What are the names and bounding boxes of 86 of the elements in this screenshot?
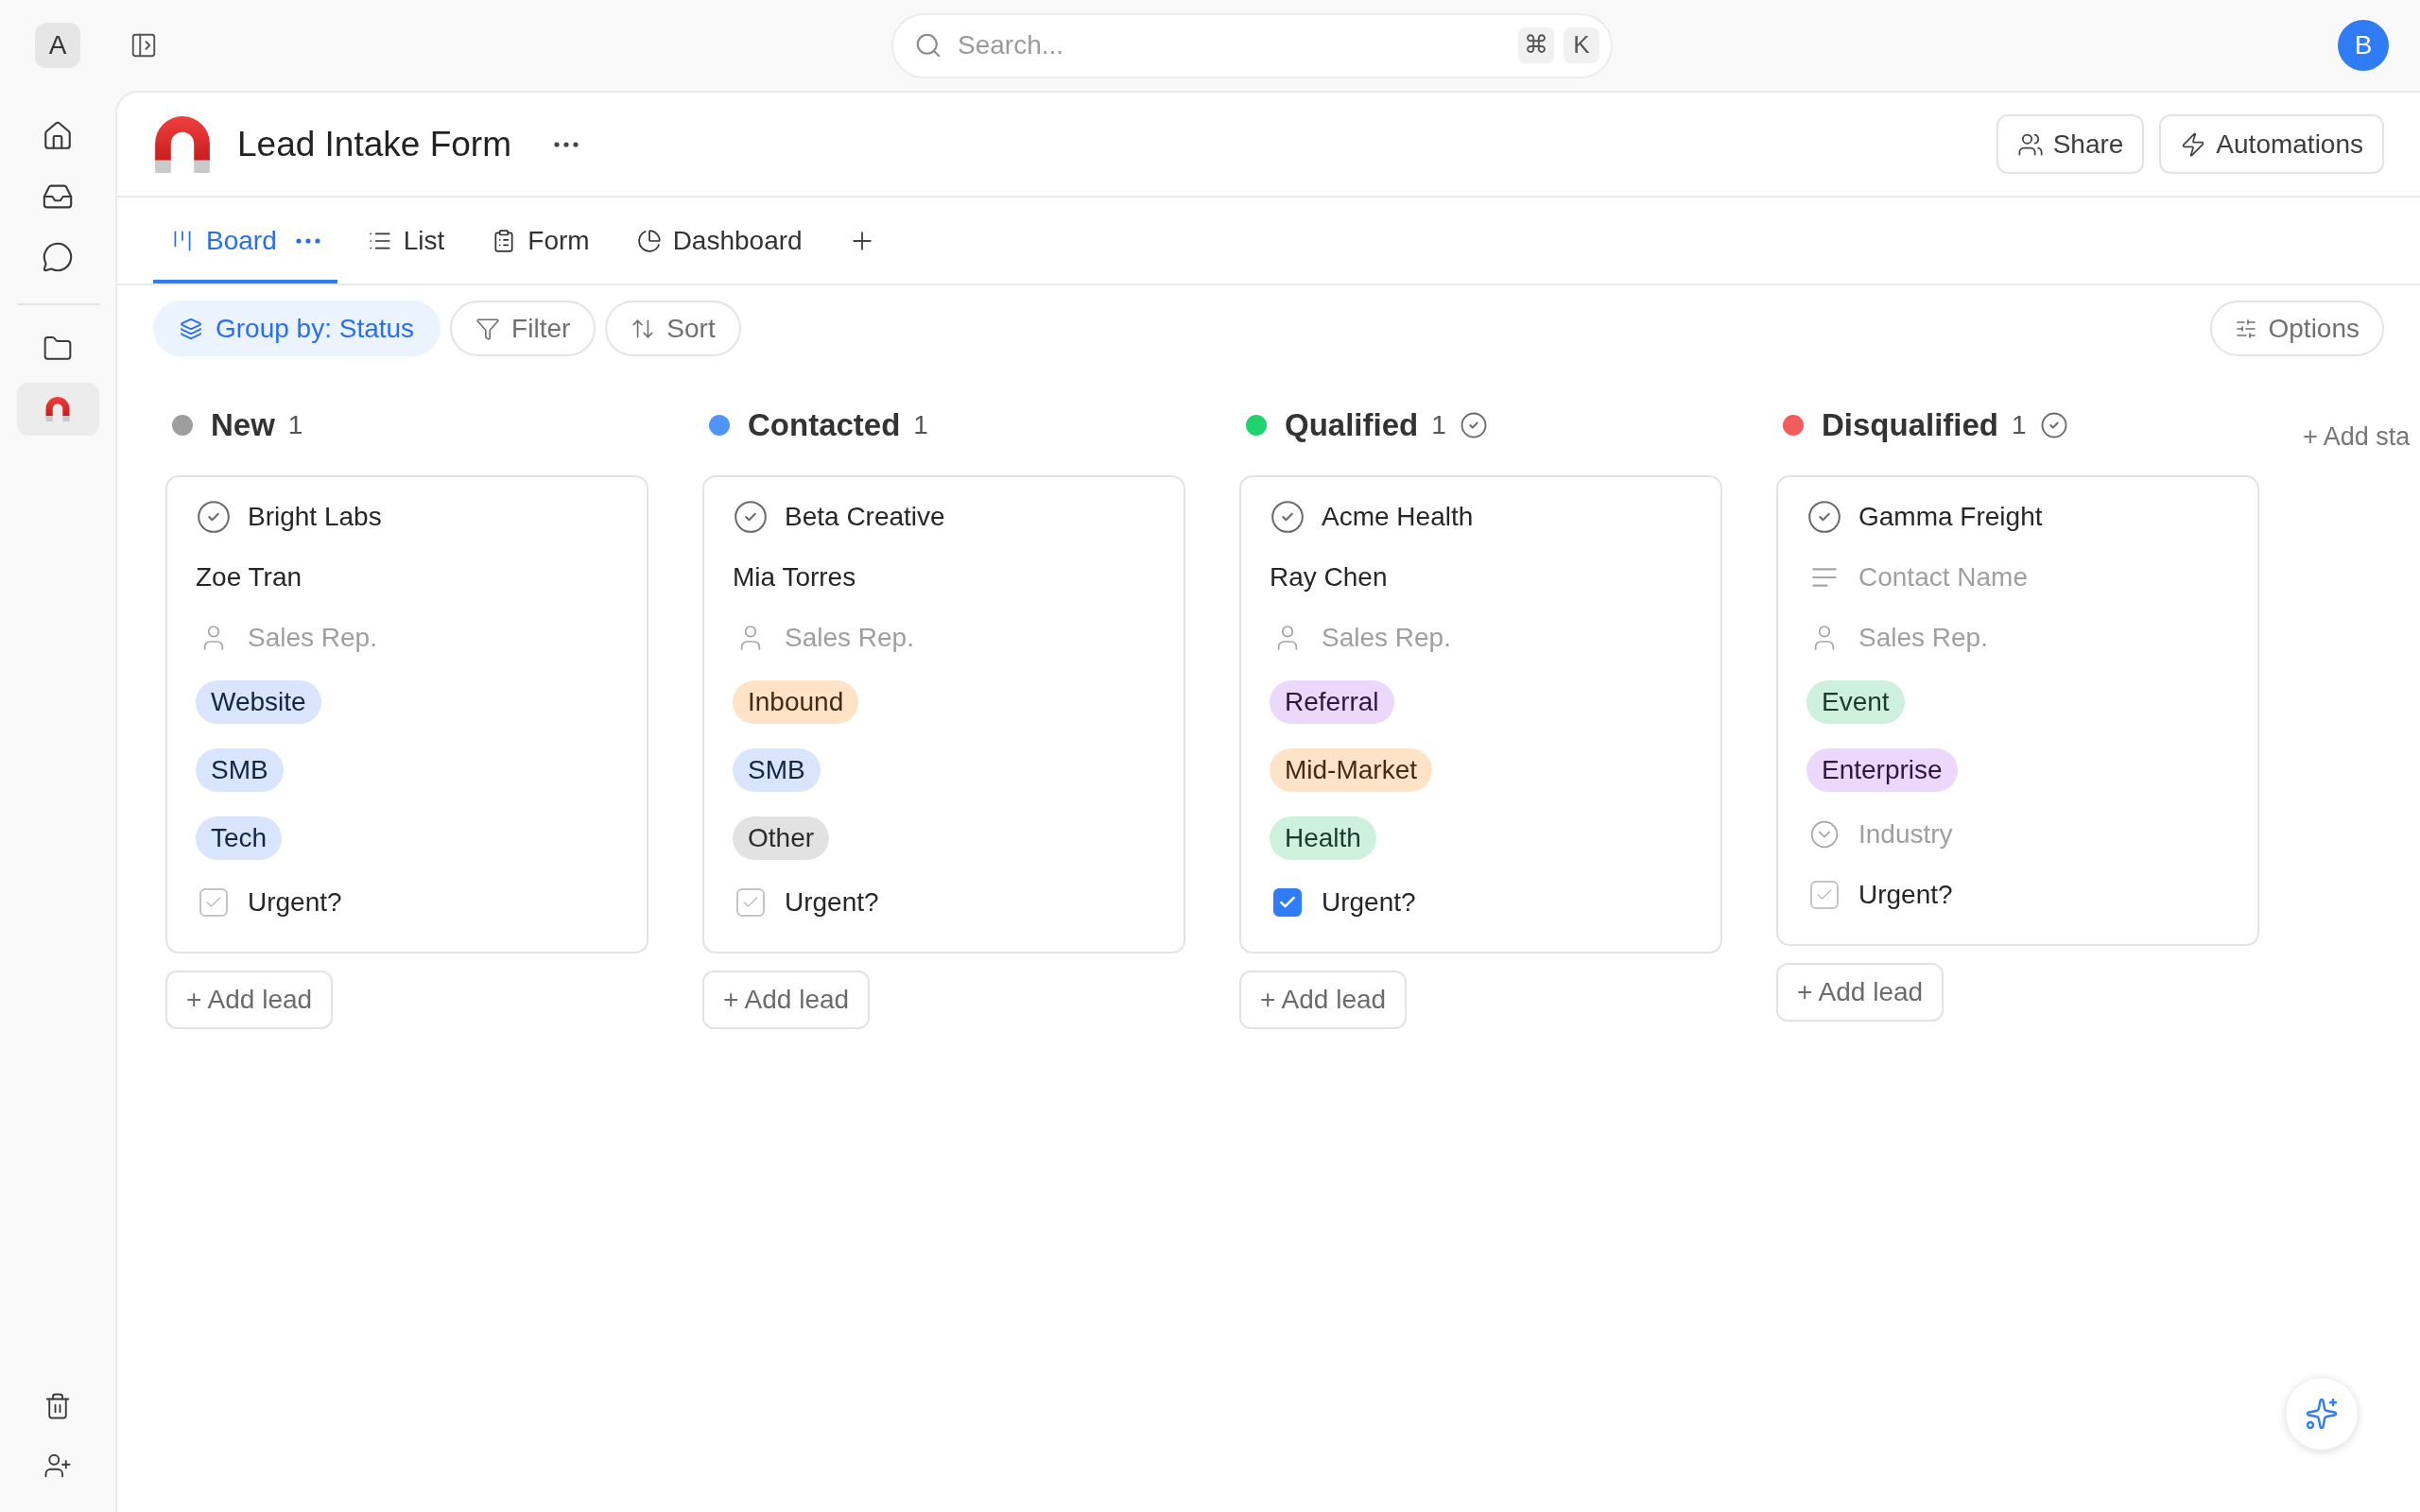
column-title: Disqualified [1822, 406, 1999, 445]
select-placeholder: Industry [1858, 818, 1953, 850]
column-count: 1 [1431, 409, 1446, 441]
tag: Enterprise [1806, 748, 1958, 792]
shortcut-key: K [1564, 26, 1599, 63]
column-title: New [211, 406, 275, 445]
pie-chart-icon [636, 228, 662, 253]
tag: SMB [196, 748, 284, 792]
check-circle-icon[interactable] [733, 499, 769, 535]
user-avatar[interactable]: B [2338, 20, 2389, 71]
contact-name: Mia Torres [733, 561, 856, 593]
tag: Inbound [733, 680, 859, 724]
ai-assistant-button[interactable] [2285, 1377, 2359, 1451]
company-name: Acme Health [1322, 501, 1474, 533]
contact-name: Zoe Tran [196, 561, 302, 593]
assignee-placeholder: Sales Rep. [1858, 622, 1988, 654]
column-count: 1 [287, 409, 303, 441]
contact-placeholder: Contact Name [1858, 561, 2028, 593]
add-lead-button[interactable]: + Add lead [1776, 963, 1945, 1022]
trash-icon [43, 1392, 72, 1420]
add-lead-button[interactable]: + Add lead [165, 971, 334, 1029]
tag: Health [1270, 816, 1376, 860]
checkbox[interactable] [736, 888, 765, 917]
company-name: Beta Creative [785, 501, 945, 533]
checkbox-label: Urgent? [1858, 879, 1953, 911]
company-name: Bright Labs [248, 501, 382, 533]
sparkles-icon [2305, 1397, 2339, 1431]
view-tab[interactable]: List [350, 198, 462, 284]
sliders-icon [2234, 317, 2257, 340]
add-status-button[interactable]: + Add sta [2303, 418, 2411, 456]
checkbox-label: Urgent? [785, 886, 879, 919]
checkbox[interactable] [1273, 888, 1302, 917]
tag: Referral [1270, 680, 1394, 724]
tag: Mid-Market [1270, 748, 1432, 792]
layers-icon [180, 317, 202, 340]
checkbox[interactable] [199, 888, 228, 917]
lead-card[interactable]: Acme Health Ray Chen Sales Rep. Referral Mid-Market Health Urgent? [1239, 475, 1722, 954]
header-action-button[interactable]: Automations [2159, 114, 2384, 174]
column-count: 1 [913, 409, 928, 441]
lead-card[interactable]: Bright Labs Zoe Tran Sales Rep. Website SMB Tech Urgent? [165, 475, 648, 954]
group-by-button[interactable]: Group by: Status [153, 301, 441, 356]
options-button[interactable]: Options [2209, 301, 2384, 356]
tag: Other [733, 816, 830, 860]
assignee-placeholder: Sales Rep. [1322, 622, 1451, 654]
view-tab[interactable]: Board [153, 198, 337, 284]
column-title: Contacted [748, 406, 901, 445]
chat-icon [42, 241, 74, 273]
lead-card[interactable]: Beta Creative Mia Torres Sales Rep. Inbound SMB Other Urgent? [702, 475, 1185, 954]
checkbox[interactable] [1810, 881, 1839, 909]
magnet-logo-icon [154, 115, 211, 173]
tag: SMB [733, 748, 821, 792]
contact-name: Ray Chen [1270, 561, 1388, 593]
check-circle-icon[interactable] [1270, 499, 1305, 535]
panel-toggle-icon [130, 31, 158, 60]
column-count: 1 [2012, 409, 2027, 441]
workspace-avatar[interactable]: A [35, 23, 80, 68]
tag: Website [196, 680, 321, 724]
tag: Tech [196, 816, 283, 860]
tag: Event [1806, 680, 1905, 724]
add-lead-button[interactable]: + Add lead [1239, 971, 1408, 1029]
magnet-icon [45, 397, 70, 421]
home-icon [42, 120, 74, 152]
lead-card[interactable]: Gamma Freight Contact Name Sales Rep. Event Enterprise Industry Urgent? [1776, 475, 2259, 946]
more-icon[interactable] [295, 237, 320, 244]
more-icon [554, 141, 579, 147]
chevron-circle-icon [1809, 819, 1840, 850]
checkbox-label: Urgent? [1322, 886, 1416, 919]
page-title: Lead Intake Form [237, 123, 511, 165]
toolbar-button[interactable]: Filter [450, 301, 596, 356]
view-tab[interactable]: Dashboard [619, 198, 820, 284]
check-circle-icon[interactable] [196, 499, 232, 535]
filter-icon [475, 316, 501, 341]
column-title: Qualified [1285, 406, 1419, 445]
view-tab[interactable]: Form [475, 198, 607, 284]
company-name: Gamma Freight [1858, 501, 2043, 533]
user-plus-icon [43, 1452, 72, 1480]
add-lead-button[interactable]: + Add lead [702, 971, 871, 1029]
text-lines-icon [1811, 568, 1838, 587]
header-action-button[interactable]: Share [1996, 114, 2145, 174]
shortcut-key: ⌘ [1518, 26, 1554, 63]
check-circle-icon[interactable] [1806, 499, 1842, 535]
toolbar-button[interactable]: Sort [605, 301, 741, 356]
assignee-placeholder: Sales Rep. [248, 622, 377, 654]
form-button[interactable] [16, 383, 99, 436]
assignee-placeholder: Sales Rep. [785, 622, 914, 654]
checkbox-label: Urgent? [248, 886, 342, 919]
